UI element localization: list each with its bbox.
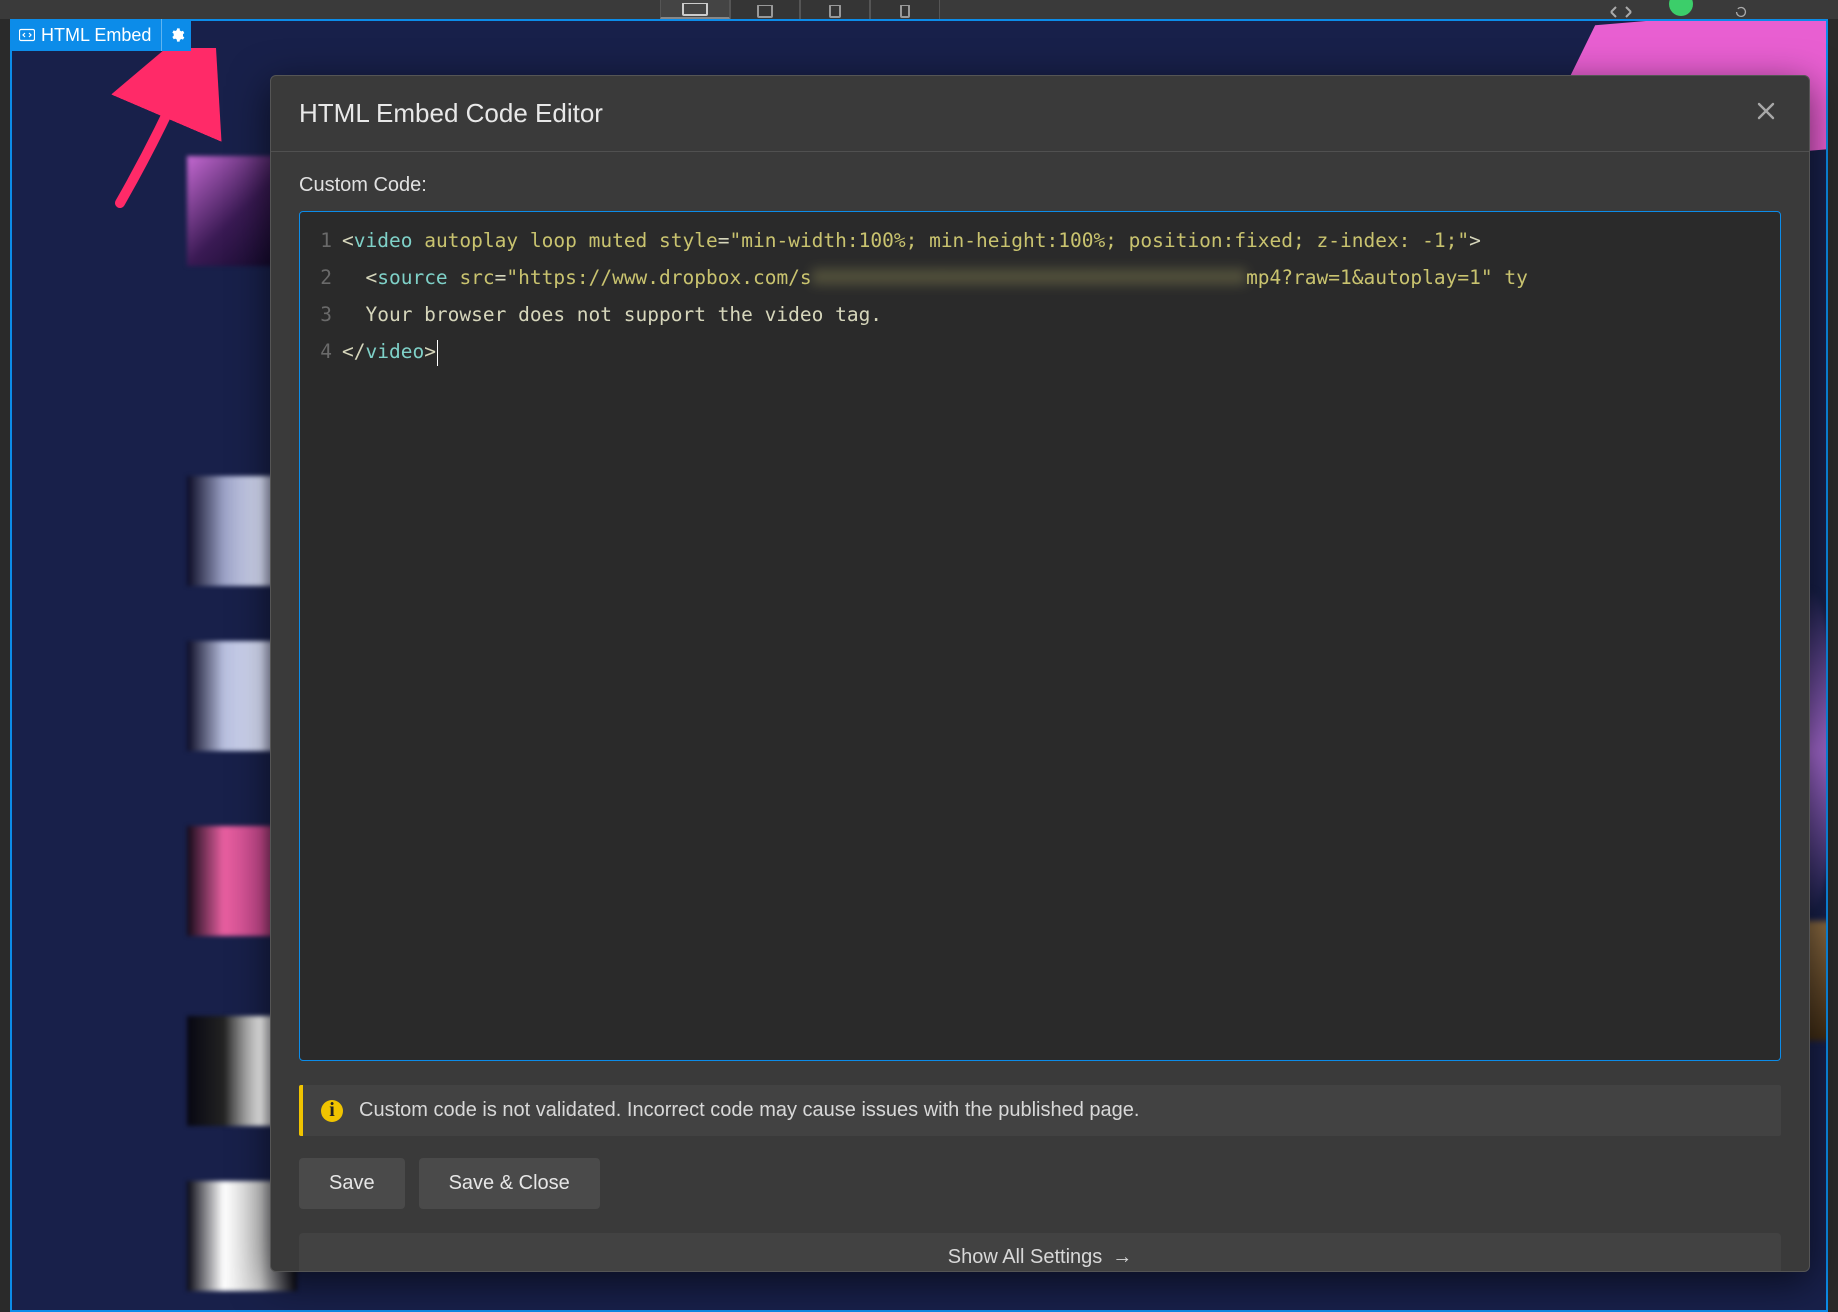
dialog-title: HTML Embed Code Editor [299, 98, 603, 129]
annotation-arrow [105, 48, 225, 208]
device-mobile-icon[interactable] [870, 0, 940, 19]
dialog-header: HTML Embed Code Editor [271, 76, 1809, 152]
more-icon[interactable] [1784, 0, 1818, 19]
viewport-device-switcher [660, 0, 940, 19]
dialog-body: Custom Code: 1 2 3 4 <video autoplay loo… [271, 152, 1809, 1061]
custom-code-label: Custom Code: [299, 174, 1781, 197]
validation-warning: i Custom code is not validated. Incorrec… [299, 1085, 1781, 1136]
code-embed-icon [19, 27, 35, 43]
redacted-text: XXXXXXXXXXXXXXXXXXXXXXXXXXXXXXXXXXXXX [812, 266, 1246, 289]
dialog-close-button[interactable] [1751, 96, 1781, 131]
arrow-right-icon: → [1112, 1246, 1132, 1269]
expand-icon[interactable] [1604, 0, 1638, 19]
device-tablet-landscape-icon[interactable] [800, 0, 870, 19]
line-number: 1 [300, 222, 332, 259]
top-right-toolbar [1604, 0, 1818, 19]
element-tag-label[interactable]: HTML Embed [11, 19, 161, 51]
show-all-settings-label: Show All Settings [948, 1246, 1103, 1269]
show-all-settings-button[interactable]: Show All Settings → [299, 1233, 1781, 1271]
line-number: 4 [300, 333, 332, 370]
device-desktop-icon[interactable] [660, 0, 730, 19]
text-caret [437, 340, 438, 366]
device-tablet-icon[interactable] [730, 0, 800, 19]
code-content[interactable]: <video autoplay loop muted style="min-wi… [342, 212, 1780, 1060]
line-number: 3 [300, 296, 332, 333]
warning-text: Custom code is not validated. Incorrect … [359, 1099, 1139, 1122]
code-gutter: 1 2 3 4 [300, 212, 342, 1060]
info-icon: i [321, 1100, 343, 1122]
close-icon [1757, 102, 1775, 120]
refresh-icon[interactable] [1724, 0, 1758, 19]
element-settings-button[interactable] [161, 19, 191, 51]
save-button[interactable]: Save [299, 1158, 405, 1209]
element-tag-text: HTML Embed [41, 25, 151, 46]
status-indicator [1664, 0, 1698, 19]
gear-icon [169, 27, 185, 43]
save-and-close-button[interactable]: Save & Close [419, 1158, 600, 1209]
line-number: 2 [300, 259, 332, 296]
selected-element-tag: HTML Embed [11, 19, 191, 51]
dialog-footer: Save Save & Close [271, 1136, 1809, 1209]
html-embed-editor-dialog: HTML Embed Code Editor Custom Code: 1 2 … [270, 75, 1810, 1272]
code-editor[interactable]: 1 2 3 4 <video autoplay loop muted style… [299, 211, 1781, 1061]
